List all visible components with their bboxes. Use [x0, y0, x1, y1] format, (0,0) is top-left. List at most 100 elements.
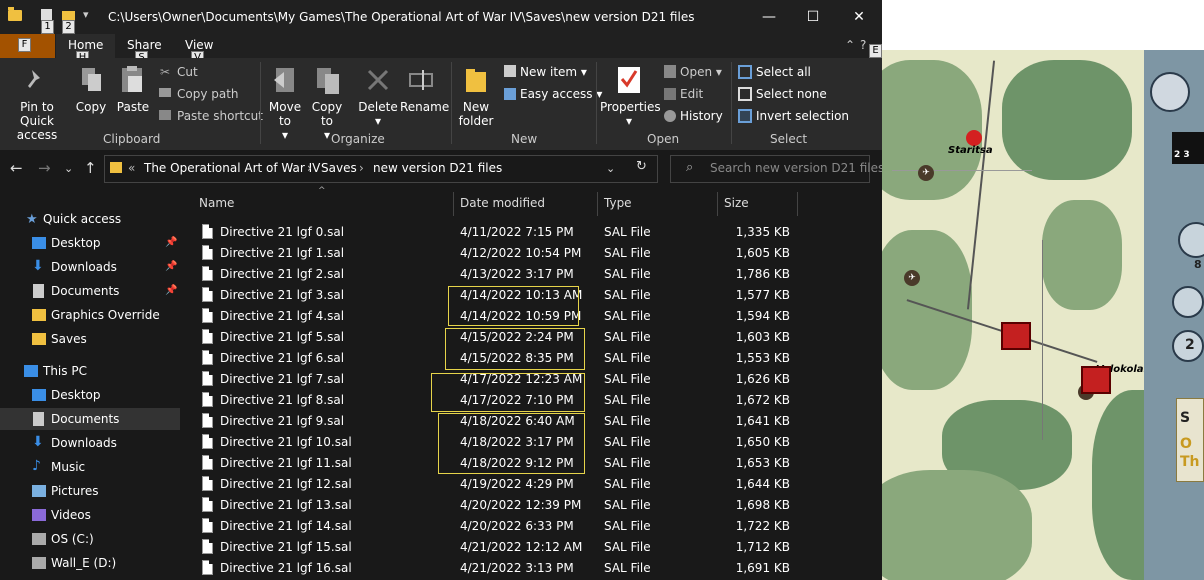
- refresh-button[interactable]: ↻: [636, 159, 647, 174]
- highlight-box-apr17: [431, 373, 585, 412]
- copy-to-icon: [317, 68, 339, 94]
- invert-selection-button[interactable]: Invert selection: [756, 109, 849, 123]
- rename-button[interactable]: Rename: [400, 100, 449, 114]
- breadcrumb-separator: ›: [359, 161, 364, 175]
- file-size: 1,698 KB: [735, 498, 790, 512]
- file-row[interactable]: Directive 21 lgf 14.sal 4/20/2022 6:33 PM…: [190, 516, 810, 537]
- breadcrumb-saves[interactable]: Saves: [321, 161, 357, 175]
- file-size: 1,672 KB: [735, 393, 790, 407]
- file-row[interactable]: Directive 21 lgf 2.sal 4/13/2022 3:17 PM S…: [190, 264, 810, 285]
- column-divider[interactable]: [597, 192, 598, 216]
- file-icon: [202, 266, 213, 281]
- open-icon: [664, 65, 676, 78]
- drive-icon: [32, 533, 46, 545]
- nav-pc-downloads[interactable]: Downloads: [51, 436, 117, 450]
- star-icon[interactable]: [1172, 286, 1204, 318]
- nav-downloads-pinned[interactable]: Downloads: [51, 260, 117, 274]
- airfield-icon[interactable]: ✈: [904, 270, 920, 286]
- nav-this-pc[interactable]: This PC: [43, 364, 87, 378]
- file-row[interactable]: Directive 21 lgf 1.sal 4/12/2022 10:54 PM…: [190, 243, 810, 264]
- history-button[interactable]: History: [680, 109, 723, 123]
- copy-to-label: Copy to: [311, 100, 343, 128]
- delete-button[interactable]: Delete ▾: [356, 100, 400, 128]
- download-icon: ⬇: [32, 434, 44, 450]
- file-row[interactable]: Directive 21 lgf 12.sal 4/19/2022 4:29 PM…: [190, 474, 810, 495]
- copy-button[interactable]: Copy: [74, 100, 108, 114]
- desktop-icon: [32, 389, 46, 401]
- tab-share[interactable]: Share: [127, 38, 162, 52]
- column-header-type[interactable]: Type: [604, 196, 632, 210]
- pin-to-quick-access-button[interactable]: Pin to Quick access: [4, 100, 70, 142]
- column-divider[interactable]: [453, 192, 454, 216]
- paste-shortcut-icon: [159, 110, 171, 120]
- recent-locations-button[interactable]: ⌄: [64, 162, 73, 175]
- file-row[interactable]: Directive 21 lgf 16.sal 4/21/2022 3:13 PM…: [190, 558, 810, 579]
- map-top-strip: [882, 0, 1204, 50]
- cut-button[interactable]: Cut: [177, 65, 198, 79]
- nav-pc-documents[interactable]: Documents: [51, 412, 119, 426]
- address-dropdown-button[interactable]: ⌄: [606, 162, 615, 175]
- nav-desktop-pinned[interactable]: Desktop: [51, 236, 101, 250]
- new-folder-button[interactable]: New folder: [456, 100, 496, 128]
- forward-button[interactable]: →: [38, 159, 51, 177]
- faction-emblem-icon[interactable]: [1150, 72, 1190, 112]
- file-row[interactable]: Directive 21 lgf 13.sal 4/20/2022 12:39 P…: [190, 495, 810, 516]
- breadcrumb-current[interactable]: new version D21 files: [373, 161, 502, 175]
- easy-access-button[interactable]: Easy access ▾: [520, 87, 602, 101]
- forest-area: [882, 230, 972, 390]
- paste-shortcut-button[interactable]: Paste shortcut: [177, 109, 263, 123]
- file-row[interactable]: Directive 21 lgf 0.sal 4/11/2022 7:15 PM S…: [190, 222, 810, 243]
- new-item-button[interactable]: New item ▾: [520, 65, 587, 79]
- maximize-button[interactable]: ☐: [790, 0, 836, 34]
- open-button[interactable]: Open ▾: [680, 65, 722, 79]
- unit-counter[interactable]: [1081, 366, 1111, 394]
- nav-videos[interactable]: Videos: [51, 508, 91, 522]
- nav-os-c[interactable]: OS (C:): [51, 532, 94, 546]
- quick-access-toolbar-dropdown[interactable]: ▾: [83, 8, 89, 21]
- help-icon[interactable]: ?: [860, 38, 866, 52]
- file-type: SAL File: [604, 351, 651, 365]
- airfield-icon[interactable]: ✈: [918, 165, 934, 181]
- tab-view[interactable]: View: [185, 38, 213, 52]
- paste-button[interactable]: Paste: [116, 100, 150, 114]
- nav-pictures[interactable]: Pictures: [51, 484, 99, 498]
- ribbon-separator: [260, 62, 261, 144]
- minimize-button[interactable]: —: [746, 0, 792, 34]
- column-header-date[interactable]: Date modified: [460, 196, 545, 210]
- column-header-size[interactable]: Size: [724, 196, 749, 210]
- file-size: 1,786 KB: [735, 267, 790, 281]
- column-divider[interactable]: [797, 192, 798, 216]
- new-item-icon: [504, 65, 516, 77]
- vertical-scrollbar[interactable]: [870, 190, 882, 580]
- delete-label: Delete: [358, 100, 398, 114]
- nav-saves[interactable]: Saves: [51, 332, 87, 346]
- move-to-button[interactable]: Move to ▾: [266, 100, 304, 142]
- search-input[interactable]: Search new version D21 files: [710, 161, 882, 175]
- nav-wall-e-d[interactable]: Wall_E (D:): [51, 556, 116, 570]
- breadcrumb-toaw4[interactable]: The Operational Art of War IV: [144, 161, 320, 175]
- collapse-ribbon-icon[interactable]: ⌃: [845, 38, 855, 52]
- edit-button[interactable]: Edit: [680, 87, 703, 101]
- nav-quick-access[interactable]: Quick access: [43, 212, 121, 226]
- up-button[interactable]: ↑: [84, 159, 97, 177]
- column-divider[interactable]: [717, 192, 718, 216]
- column-header-name[interactable]: Name: [199, 196, 234, 210]
- select-none-button[interactable]: Select none: [756, 87, 827, 101]
- folder-icon: [110, 162, 122, 173]
- breadcrumb-overflow[interactable]: «: [128, 161, 135, 175]
- nav-pc-desktop[interactable]: Desktop: [51, 388, 101, 402]
- file-icon: [202, 224, 213, 239]
- select-all-button[interactable]: Select all: [756, 65, 811, 79]
- file-name: Directive 21 lgf 2.sal: [220, 267, 345, 281]
- unit-counter[interactable]: [1001, 322, 1031, 350]
- copy-path-button[interactable]: Copy path: [177, 87, 239, 101]
- nav-graphics-override[interactable]: Graphics Override: [51, 308, 160, 322]
- highlight-box-apr15: [445, 328, 585, 370]
- nav-documents-pinned[interactable]: Documents: [51, 284, 119, 298]
- back-button[interactable]: ←: [10, 159, 23, 177]
- nav-music[interactable]: Music: [51, 460, 85, 474]
- close-button[interactable]: ✕: [836, 0, 882, 34]
- file-row[interactable]: Directive 21 lgf 15.sal 4/21/2022 12:12 A…: [190, 537, 810, 558]
- properties-button[interactable]: Properties ▾: [600, 100, 661, 128]
- keytip-file: F: [18, 38, 31, 52]
